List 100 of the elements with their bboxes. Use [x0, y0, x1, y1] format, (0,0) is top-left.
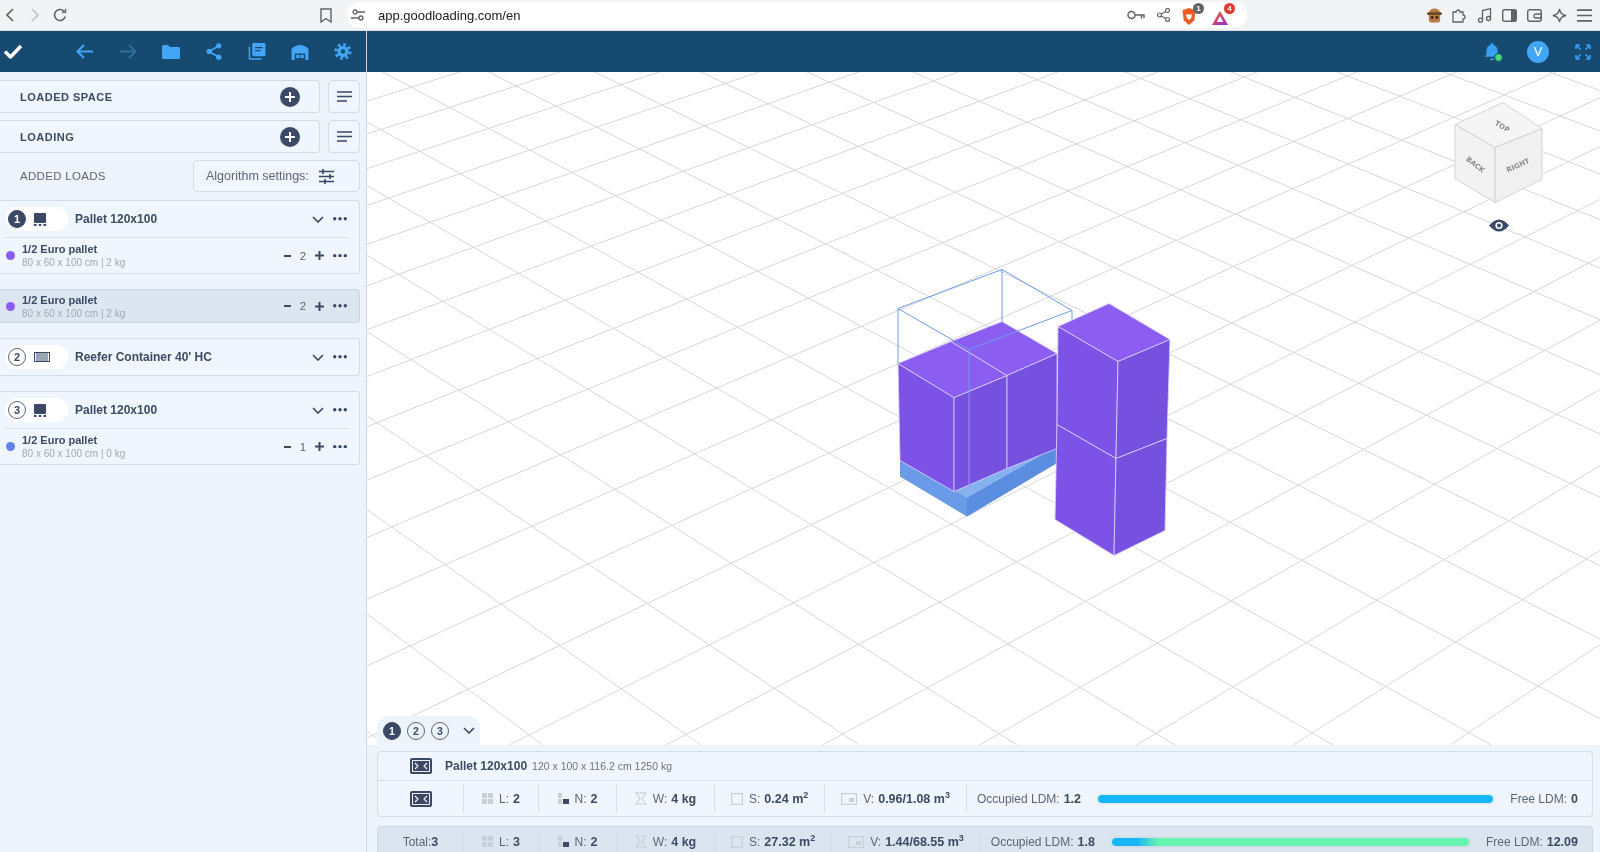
arrow-right-icon — [119, 43, 137, 60]
space-number[interactable]: 3 — [8, 401, 26, 419]
space-tab[interactable]: 1 — [383, 721, 401, 740]
plus-circle-icon — [280, 126, 300, 147]
load-row[interactable]: 1/2 Euro pallet 80 x 60 x 100 cm | 2 kg 2 — [0, 238, 359, 273]
lines-icon — [336, 131, 352, 142]
stat-label: V: — [863, 791, 875, 806]
cargo-box[interactable] — [950, 321, 1058, 469]
plus-icon — [314, 301, 324, 311]
chevron-down-icon — [463, 727, 475, 734]
ldm-value: 1.8 — [1077, 834, 1095, 849]
load-row[interactable]: 1/2 Euro pallet 80 x 60 x 100 cm | 0 kg 1 — [0, 429, 359, 464]
warehouse-icon — [291, 43, 309, 60]
lines-icon — [336, 91, 352, 102]
cargo-box[interactable] — [1054, 424, 1168, 556]
section-title: LOADED SPACE — [20, 90, 113, 103]
music-note-icon — [1476, 7, 1492, 23]
address-bar[interactable]: app.goodloading.com/en 1 4 — [347, 2, 1247, 28]
arrow-left-icon — [76, 43, 94, 60]
eye-icon[interactable] — [1489, 219, 1509, 232]
settings-icon — [334, 43, 352, 60]
algorithm-settings-button[interactable]: Algorithm settings: — [193, 160, 360, 192]
ldm-label: Occupied LDM: — [990, 834, 1074, 849]
ldm-label: Free LDM: — [1486, 834, 1543, 849]
load-details: 80 x 60 x 100 cm | 2 kg — [22, 257, 127, 268]
space-title: Pallet 120x100 — [75, 212, 159, 226]
ldm-label: Free LDM: — [1510, 791, 1568, 806]
space-number[interactable]: 2 — [8, 348, 26, 366]
stat-label: N: — [574, 834, 587, 849]
fullscreen-icon — [1575, 43, 1591, 60]
rectangle-icon — [841, 792, 858, 805]
stat-value: 3 — [513, 834, 520, 849]
add-button[interactable] — [280, 126, 300, 147]
space-number[interactable]: 1 — [8, 210, 26, 228]
folder-icon — [162, 43, 180, 60]
shields-button[interactable]: 1 — [1180, 3, 1204, 27]
quantity: 1 — [298, 440, 308, 453]
plus-icon — [314, 442, 324, 451]
section-title: LOADING — [20, 130, 75, 143]
bookmark-icon — [320, 7, 332, 23]
sidebar-icon — [1501, 7, 1517, 23]
count-badge: 1 — [1193, 3, 1204, 14]
pallet-icon — [34, 403, 46, 417]
more-icon — [333, 444, 347, 449]
sparkle-icon — [1551, 7, 1567, 23]
more-icon — [333, 408, 347, 412]
grid-icon — [482, 793, 493, 804]
cargo-box[interactable] — [897, 341, 1008, 492]
check-icon — [3, 44, 23, 59]
count-badge: 4 — [1224, 3, 1235, 14]
square-icon — [731, 792, 743, 805]
section-title: ADDED LOADS — [19, 170, 106, 182]
stat-value: 2 — [513, 791, 520, 806]
stat-value: 4 kg — [671, 791, 697, 806]
container-icon — [34, 352, 50, 362]
stat-label: L: — [499, 834, 510, 849]
stat-label: V: — [870, 834, 882, 849]
space-title: Pallet 120x100 — [75, 403, 159, 417]
load-name: 1/2 Euro pallet — [22, 293, 99, 306]
load-details: 80 x 60 x 100 cm | 0 kg — [22, 448, 127, 459]
space-title: Reefer Container 40' HC — [75, 350, 213, 364]
pallet-icon — [34, 212, 46, 226]
chevron-down-icon — [312, 406, 324, 414]
cargo-box[interactable] — [1056, 303, 1171, 459]
more-icon — [333, 217, 347, 221]
stat-value: 1.44/68.55 m$^{3}$ — [885, 834, 964, 849]
section-panel[interactable]: LOADED SPACE — [0, 80, 320, 113]
minus-icon — [283, 445, 291, 448]
stat-label: W: — [652, 791, 668, 806]
ldm-value: 1.2 — [1063, 791, 1081, 806]
stat-label: W: — [652, 834, 668, 849]
face-icon — [1426, 7, 1442, 23]
load-name: 1/2 Euro pallet — [22, 243, 99, 255]
plus-circle-icon — [280, 86, 300, 107]
frame-arrows-icon — [409, 790, 432, 807]
rewards-button[interactable]: 4 — [1211, 3, 1235, 27]
frame-arrows-icon — [410, 758, 432, 774]
blocks-icon — [557, 836, 569, 847]
notifications-button[interactable] — [1483, 40, 1503, 63]
list-menu-button[interactable] — [328, 80, 360, 113]
list-menu-button[interactable] — [328, 120, 360, 153]
ldm-value: 0 — [1571, 791, 1578, 806]
section-panel[interactable]: LOADING — [0, 120, 320, 153]
documents-icon — [248, 43, 266, 60]
space-details: 120 x 100 x 116.2 cm 1250 kg — [532, 760, 672, 772]
plus-icon — [314, 251, 324, 260]
space-name: Pallet 120x100 — [445, 759, 528, 773]
share-icon — [1156, 8, 1170, 22]
chevron-right-icon — [31, 8, 39, 22]
url-text: app.goodloading.com/en — [378, 7, 521, 23]
bell-icon — [1483, 41, 1503, 62]
total-value: 3 — [431, 834, 439, 849]
shield-icon — [1181, 8, 1197, 25]
wallet-icon — [1526, 7, 1542, 23]
menu-icon — [1576, 7, 1592, 23]
more-icon — [333, 355, 347, 359]
add-button[interactable] — [280, 86, 300, 107]
stat-value: 2 — [590, 834, 598, 849]
stat-value: 0.96/1.08 m$^{3}$ — [878, 791, 950, 806]
minus-icon — [283, 254, 291, 257]
